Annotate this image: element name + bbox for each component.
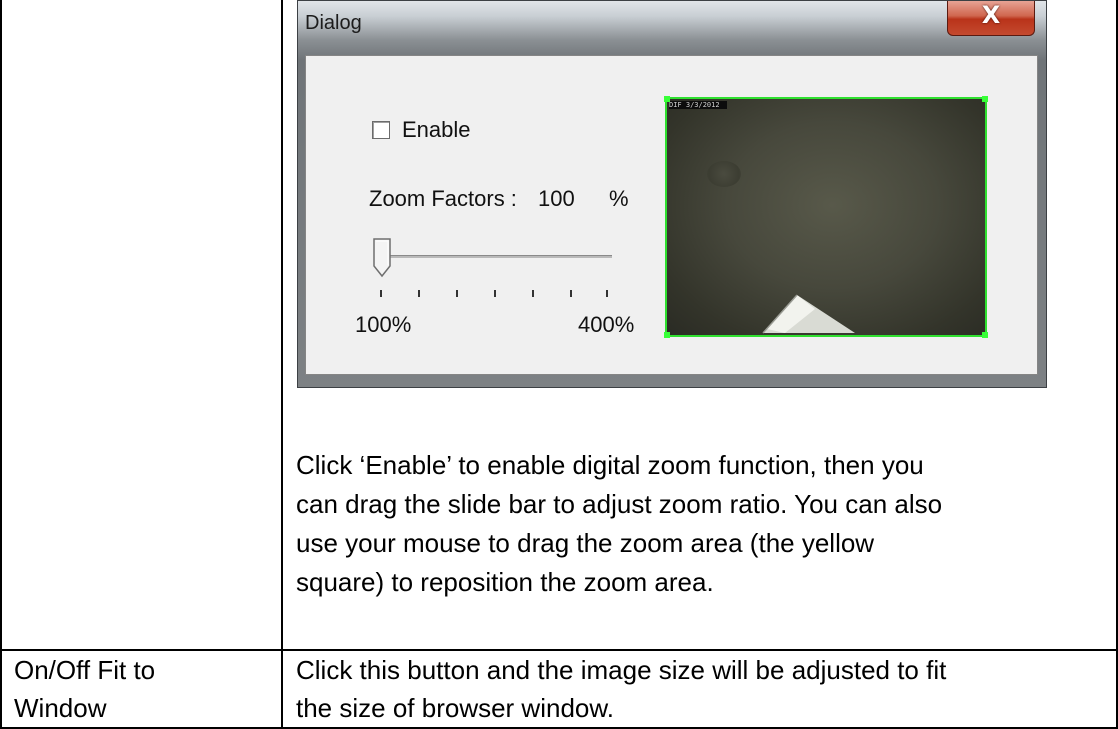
zoom-slider-thumb[interactable] [372, 238, 392, 278]
dialog-title: Dialog [305, 12, 362, 34]
zoom-area-handle[interactable] [664, 96, 670, 102]
slider-tick [418, 290, 420, 297]
row-label-line: Window [14, 693, 107, 723]
slider-tick [606, 290, 608, 297]
zoom-area-handle[interactable] [982, 96, 988, 102]
description-line: square) to reposition the zoom area. [296, 567, 714, 597]
close-button[interactable]: X [947, 0, 1035, 36]
row-description-line: the size of browser window. [296, 693, 614, 723]
zoom-preview[interactable]: DIF 3/3/2012 [665, 97, 987, 337]
enable-checkbox[interactable] [372, 121, 390, 139]
preview-paper-corner [762, 294, 855, 334]
zoom-value: 100 [538, 186, 575, 211]
zoom-area-handle[interactable] [982, 332, 988, 338]
table-column-divider [281, 0, 283, 729]
zoom-slider-track[interactable] [382, 255, 612, 258]
table-left-border [0, 0, 2, 729]
manual-table: Dialog X Enable Zoom Factors : 100 % 100… [0, 0, 1118, 729]
zoom-factors-label: Zoom Factors : [369, 186, 517, 211]
slider-max-label: 400% [578, 312, 635, 337]
zoom-unit: % [609, 186, 629, 211]
row-label-line: On/Off Fit to [14, 655, 156, 685]
enable-label[interactable]: Enable [402, 117, 471, 143]
description-line: Click ‘Enable’ to enable digital zoom fu… [296, 450, 924, 480]
slider-tick [494, 290, 496, 297]
row-description-line: Click this button and the image size wil… [296, 655, 947, 685]
description-line: use your mouse to drag the zoom area (th… [296, 528, 875, 558]
slider-tick [570, 290, 572, 297]
zoom-area-handle[interactable] [664, 332, 670, 338]
slider-tick [532, 290, 534, 297]
close-icon: X [981, 1, 1001, 29]
slider-tick [380, 290, 382, 297]
slider-min-label: 100% [355, 312, 412, 337]
description-line: can drag the slide bar to adjust zoom ra… [296, 489, 943, 519]
slider-tick [456, 290, 458, 297]
